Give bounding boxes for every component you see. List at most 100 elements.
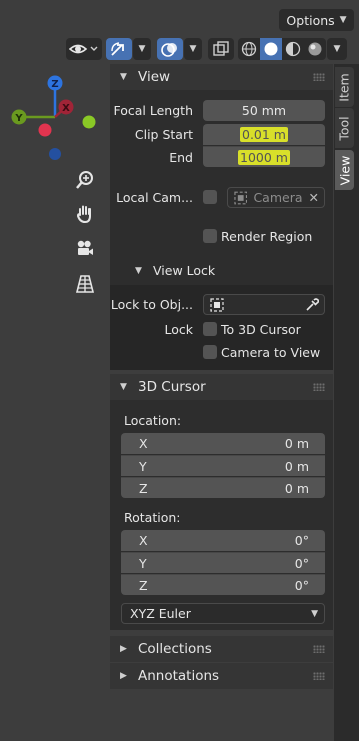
drag-grip-icon[interactable]: [313, 383, 325, 391]
gizmo-x-label: X: [62, 103, 70, 114]
gizmo-toggle-button[interactable]: [106, 38, 132, 60]
view-lock-title: View Lock: [153, 263, 216, 278]
focal-length-label: Focal Length: [113, 103, 194, 118]
location-x-value: 0 m: [284, 436, 309, 451]
clear-x-icon[interactable]: ✕: [309, 190, 319, 205]
visibility-dropdown[interactable]: [66, 38, 102, 60]
rotation-y-value: 0°: [294, 555, 309, 571]
overlays-dropdown[interactable]: ▼: [184, 38, 202, 60]
local-camera-value: Camera: [253, 190, 303, 205]
rotation-x-axis: X: [139, 533, 148, 548]
clip-end-label: End: [169, 150, 193, 165]
tab-tool[interactable]: Tool: [335, 108, 354, 148]
local-camera-field[interactable]: Camera ✕: [227, 187, 325, 208]
location-y-field[interactable]: Y 0 m: [121, 455, 325, 476]
camera-to-view-checkbox[interactable]: [203, 345, 217, 359]
tab-view-label: View: [337, 155, 353, 185]
cursor-panel-title: 3D Cursor: [138, 379, 206, 395]
wireframe-shading-button[interactable]: [238, 38, 260, 60]
focal-length-field[interactable]: 50 mm: [203, 100, 325, 121]
ortho-toggle-button[interactable]: [72, 271, 98, 297]
xray-icon: [213, 41, 229, 56]
render-region-checkbox[interactable]: [203, 229, 217, 243]
to-3d-cursor-label: To 3D Cursor: [221, 322, 301, 337]
collapse-triangle-icon: ▼: [135, 265, 142, 276]
solid-shading-button[interactable]: [260, 38, 282, 60]
clip-start-field[interactable]: 0.01 m: [203, 124, 325, 145]
view-panel-header[interactable]: ▼ View: [110, 64, 333, 90]
camera-view-button[interactable]: [72, 236, 98, 262]
pan-button[interactable]: [72, 201, 98, 227]
xray-toggle-button[interactable]: [208, 38, 234, 60]
location-y-axis: Y: [139, 458, 147, 474]
navigation-gizmo[interactable]: Z Y X: [8, 70, 108, 170]
gizmo-neg-y-dot[interactable]: [82, 115, 96, 129]
clip-start-label: Clip Start: [134, 127, 193, 142]
clip-end-field[interactable]: 1000 m: [203, 146, 325, 167]
rotation-x-value: 0°: [294, 533, 309, 548]
render-region-label: Render Region: [221, 229, 313, 244]
overlays-icon: [161, 43, 177, 57]
chevron-down-icon: ▼: [138, 44, 146, 54]
zoom-icon: [76, 171, 93, 189]
cursor-panel-header[interactable]: ▼ 3D Cursor: [110, 374, 333, 400]
rotation-z-value: 0°: [294, 577, 309, 593]
collections-panel-header[interactable]: ▶ Collections: [110, 636, 333, 662]
camera-object-icon: [234, 191, 248, 204]
overlays-toggle-button[interactable]: [157, 38, 183, 60]
rotation-z-field[interactable]: Z 0°: [121, 574, 325, 595]
rotation-y-field[interactable]: Y 0°: [121, 552, 325, 573]
expand-triangle-icon: ▶: [120, 671, 127, 681]
chevron-down-icon: ▼: [339, 15, 347, 25]
tab-item-label: Item: [337, 72, 352, 102]
annotations-panel-header[interactable]: ▶ Annotations: [110, 663, 333, 689]
hand-pan-icon: [76, 205, 91, 224]
lock-to-object-field[interactable]: [203, 294, 325, 315]
drag-grip-icon[interactable]: [313, 672, 325, 680]
options-label: Options: [286, 12, 335, 28]
eyedropper-icon[interactable]: [305, 297, 319, 312]
view-lock-subheader[interactable]: ▼ View Lock: [135, 263, 215, 278]
local-camera-label: Local Cam...: [116, 190, 193, 205]
gizmo-y-label: Y: [14, 113, 23, 124]
collapse-triangle-icon: ▼: [120, 382, 127, 392]
to-3d-cursor-checkbox[interactable]: [203, 322, 217, 336]
rotation-mode-select[interactable]: XYZ Euler ▼: [121, 603, 325, 624]
clip-end-value: 1000 m: [238, 149, 290, 165]
shading-dropdown[interactable]: ▼: [327, 38, 347, 60]
camera-view-icon: [77, 240, 93, 255]
location-x-axis: X: [139, 436, 148, 451]
material-preview-button[interactable]: [282, 38, 304, 60]
drag-grip-icon[interactable]: [313, 73, 325, 81]
local-camera-checkbox[interactable]: [203, 190, 217, 204]
chevron-down-icon: ▼: [311, 608, 318, 619]
camera-to-view-label: Camera to View: [221, 345, 321, 360]
location-z-field[interactable]: Z 0 m: [121, 477, 325, 498]
tab-view[interactable]: View: [335, 150, 354, 190]
rotation-label: Rotation:: [124, 510, 181, 525]
gizmo-neg-x-dot[interactable]: [38, 123, 52, 137]
rotation-mode-value: XYZ Euler: [130, 606, 191, 621]
tab-item[interactable]: Item: [335, 67, 354, 107]
rendered-shading-button[interactable]: [304, 38, 326, 60]
ortho-grid-icon: [75, 275, 95, 293]
gizmo-neg-z-dot[interactable]: [49, 148, 61, 160]
lock-label: Lock: [164, 322, 193, 337]
visibility-eye-icon: [69, 44, 98, 54]
solid-shading-icon: [264, 42, 278, 56]
tab-tool-label: Tool: [337, 115, 352, 141]
object-selector-icon: [210, 297, 224, 312]
view-panel-title: View: [138, 69, 171, 85]
wireframe-shading-icon: [241, 41, 257, 57]
collections-panel-title: Collections: [138, 641, 212, 657]
options-dropdown[interactable]: Options ▼: [279, 9, 354, 31]
rotation-z-axis: Z: [139, 577, 148, 593]
zoom-button[interactable]: [72, 167, 98, 193]
rotation-x-field[interactable]: X 0°: [121, 530, 325, 551]
expand-triangle-icon: ▶: [120, 644, 127, 654]
chevron-down-icon: ▼: [189, 44, 197, 54]
drag-grip-icon[interactable]: [313, 645, 325, 653]
gizmo-dropdown[interactable]: ▼: [133, 38, 151, 60]
gizmo-arrow-icon: [111, 42, 124, 56]
location-x-field[interactable]: X 0 m: [121, 433, 325, 454]
